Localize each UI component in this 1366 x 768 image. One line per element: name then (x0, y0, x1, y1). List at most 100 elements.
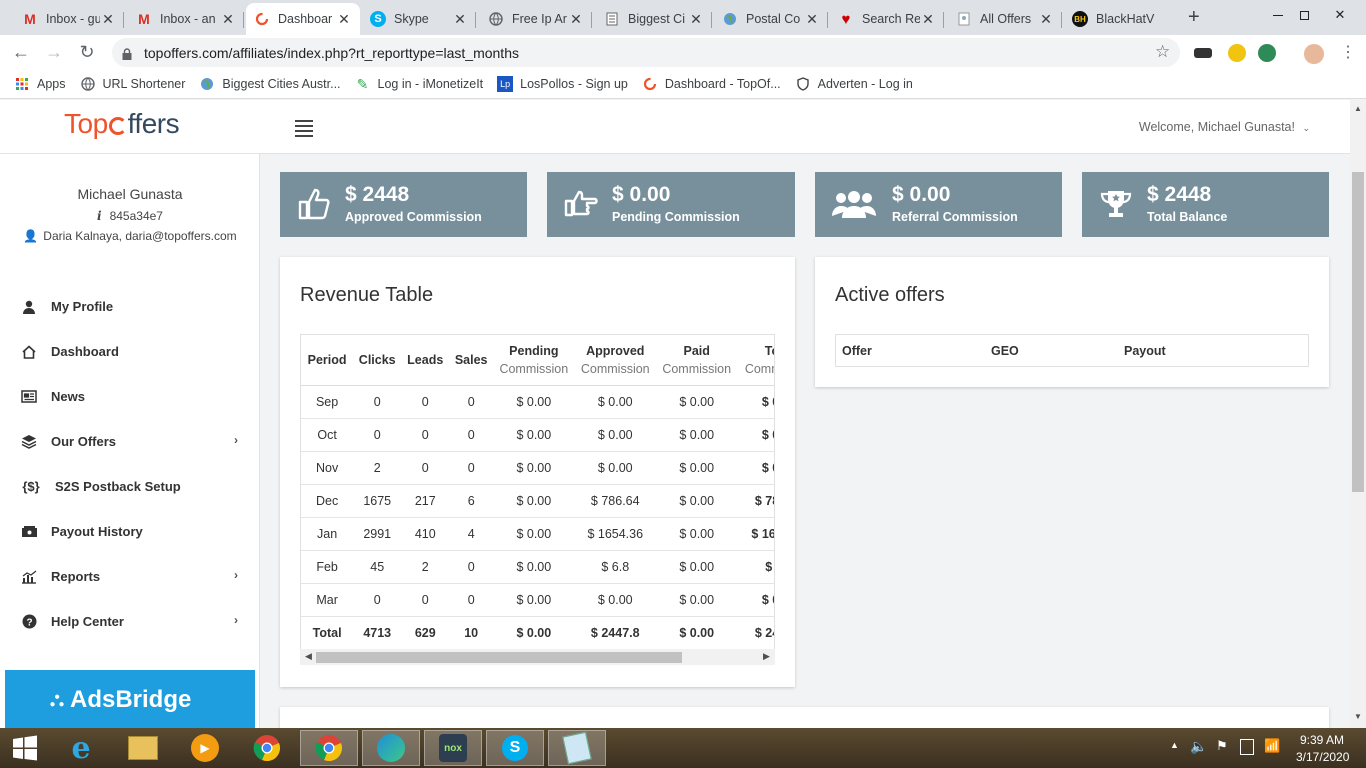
close-tab-icon[interactable]: ✕ (336, 11, 352, 28)
scroll-down-icon[interactable]: ▼ (1354, 712, 1362, 721)
flag-icon[interactable]: ⚑ (1216, 738, 1228, 754)
page-icon (956, 11, 972, 27)
address-bar[interactable]: topoffers.com/affiliates/index.php?rt_re… (112, 38, 1180, 67)
taskbar-explorer[interactable] (116, 730, 170, 766)
tab-title: BlackHatV (1096, 12, 1155, 26)
topoffers-logo[interactable]: Top ffers (64, 108, 180, 140)
close-tab-icon[interactable]: ✕ (920, 11, 936, 28)
profile-avatar[interactable] (1304, 44, 1324, 64)
bookmark-apps[interactable]: Apps (14, 76, 66, 92)
user-menu[interactable]: Welcome, Michael Gunasta! ⌄ (1139, 120, 1310, 134)
tab-inbox-1[interactable]: M Inbox - gu ✕ (14, 3, 124, 35)
table-horizontal-scrollbar[interactable]: ◀ ▶ (300, 649, 775, 665)
extension-globe-icon[interactable] (1258, 44, 1276, 62)
sidebar-item-our-offers[interactable]: Our Offers › (0, 419, 260, 464)
adsbridge-banner[interactable]: ⛬ AdsBridge (5, 670, 255, 728)
new-tab-button[interactable]: + (1188, 6, 1200, 29)
close-tab-icon[interactable]: ✕ (688, 11, 704, 28)
close-tab-icon[interactable]: ✕ (804, 11, 820, 28)
scrollbar-thumb[interactable] (316, 652, 682, 663)
stat-amount: $ 2448 (345, 183, 410, 206)
tab-dashboard[interactable]: Dashboar ✕ (246, 3, 360, 35)
scrollbar-thumb[interactable] (1352, 172, 1364, 492)
tab-biggest-cities[interactable]: Biggest Ci ✕ (596, 3, 712, 35)
tab-title: Skype (394, 12, 429, 26)
tab-search-results[interactable]: ♥ Search Re ✕ (830, 3, 944, 35)
bookmark-lospollos[interactable]: Lp LosPollos - Sign up (497, 76, 628, 92)
table-cell: $ 0.00 (737, 451, 774, 485)
sidebar-item-dashboard[interactable]: Dashboard (0, 329, 260, 374)
bookmark-adverten[interactable]: Adverten - Log in (795, 76, 913, 92)
volume-icon[interactable]: 🔈 (1190, 738, 1207, 755)
close-tab-icon[interactable]: ✕ (568, 11, 584, 28)
back-button[interactable]: ← (10, 42, 32, 63)
network-icon[interactable]: 📶 (1264, 738, 1280, 754)
clock-time[interactable]: 9:39 AM (1300, 733, 1344, 747)
tab-inbox-2[interactable]: M Inbox - an ✕ (128, 3, 244, 35)
sidebar-item-label: S2S Postback Setup (55, 479, 181, 494)
revenue-table-body: Sep000$ 0.00$ 0.00$ 0.00$ 0.00 Oct000$ 0… (301, 385, 774, 649)
more-menu-icon[interactable]: ⋮ (1340, 42, 1356, 62)
revenue-table-scroll[interactable]: Period Clicks Leads Sales Pending Commiss… (300, 334, 775, 664)
table-cell: 6 (449, 484, 494, 518)
hand-point-icon (563, 186, 599, 222)
close-window-button[interactable]: ✕ (1320, 0, 1360, 30)
stat-label: Pending Commission (612, 210, 740, 224)
tab-skype[interactable]: S Skype ✕ (362, 3, 476, 35)
sidebar-item-payout-history[interactable]: Payout History (0, 509, 260, 554)
bookmark-topoffers[interactable]: Dashboard - TopOf... (642, 76, 781, 92)
clock-date[interactable]: 3/17/2020 (1296, 750, 1349, 764)
taskbar-chrome[interactable] (240, 730, 294, 766)
bookmark-url-shortener[interactable]: URL Shortener (80, 76, 185, 92)
bookmark-imonetizeit[interactable]: ✎ Log in - iMonetizeIt (355, 75, 484, 92)
close-tab-icon[interactable]: ✕ (452, 11, 468, 28)
sidebar-item-help-center[interactable]: ? Help Center › (0, 599, 260, 644)
stat-card-total-balance: $ 2448 Total Balance (1082, 172, 1329, 237)
extension-vpn-icon[interactable] (1228, 44, 1246, 62)
close-tab-icon[interactable]: ✕ (1038, 11, 1054, 28)
scroll-right-icon[interactable]: ▶ (763, 651, 770, 662)
tab-postal-code[interactable]: Postal Co ✕ (714, 3, 828, 35)
table-cell: $ 0.00 (574, 385, 656, 419)
tab-all-offers[interactable]: All Offers ✕ (948, 3, 1062, 35)
scroll-left-icon[interactable]: ◀ (305, 651, 312, 662)
sidebar-item-reports[interactable]: Reports › (0, 554, 260, 599)
taskbar-chrome-beta[interactable] (300, 730, 358, 766)
bookmark-label: Log in - iMonetizeIt (377, 77, 484, 91)
logo-text-ffers: ffers (127, 108, 180, 139)
taskbar-notepad[interactable] (548, 730, 606, 766)
taskbar-skype[interactable]: S (486, 730, 544, 766)
close-tab-icon[interactable]: ✕ (100, 11, 116, 28)
sidebar-item-s2s-postback[interactable]: {$} S2S Postback Setup (0, 464, 260, 509)
taskbar-edge-canary[interactable] (362, 730, 420, 766)
tray-show-hidden-icon[interactable]: ▲ (1170, 740, 1179, 750)
table-row: Jan29914104$ 0.00$ 1654.36$ 0.00$ 1654.3… (301, 517, 774, 551)
revenue-table: Period Clicks Leads Sales Pending Commiss… (301, 335, 774, 649)
menu-toggle-icon[interactable] (295, 120, 313, 140)
col-paid: Paid Commission (655, 335, 738, 386)
battery-icon[interactable] (1240, 739, 1254, 755)
taskbar-nox[interactable]: nox (424, 730, 482, 766)
forward-button[interactable]: → (43, 42, 65, 63)
reload-button[interactable]: ↻ (76, 42, 98, 63)
extension-mask-icon[interactable] (1194, 48, 1212, 58)
trophy-icon (1098, 186, 1134, 222)
tab-title: Free Ip Ar (512, 12, 567, 26)
taskbar-media-player[interactable]: ▶ (178, 730, 232, 766)
pencil-icon: ✎ (356, 75, 369, 92)
close-tab-icon[interactable]: ✕ (220, 11, 236, 28)
restore-button[interactable] (1284, 0, 1324, 30)
table-cell: 410 (401, 517, 450, 551)
star-icon[interactable]: ☆ (1155, 42, 1170, 62)
scroll-up-icon[interactable]: ▲ (1354, 104, 1362, 113)
tab-free-ip[interactable]: Free Ip Ar ✕ (480, 3, 592, 35)
layers-icon (20, 433, 38, 451)
sidebar-item-news[interactable]: News (0, 374, 260, 419)
start-button[interactable] (0, 730, 50, 766)
page-vertical-scrollbar[interactable]: ▲ ▼ (1350, 100, 1366, 728)
bookmark-biggest-cities[interactable]: Biggest Cities Austr... (199, 76, 341, 92)
taskbar-ie[interactable]: e (54, 730, 108, 766)
tab-blackhatworld[interactable]: BH BlackHatV (1064, 3, 1178, 35)
table-cell: $ 2447.8 (754, 625, 774, 640)
sidebar-item-my-profile[interactable]: My Profile (0, 284, 260, 329)
